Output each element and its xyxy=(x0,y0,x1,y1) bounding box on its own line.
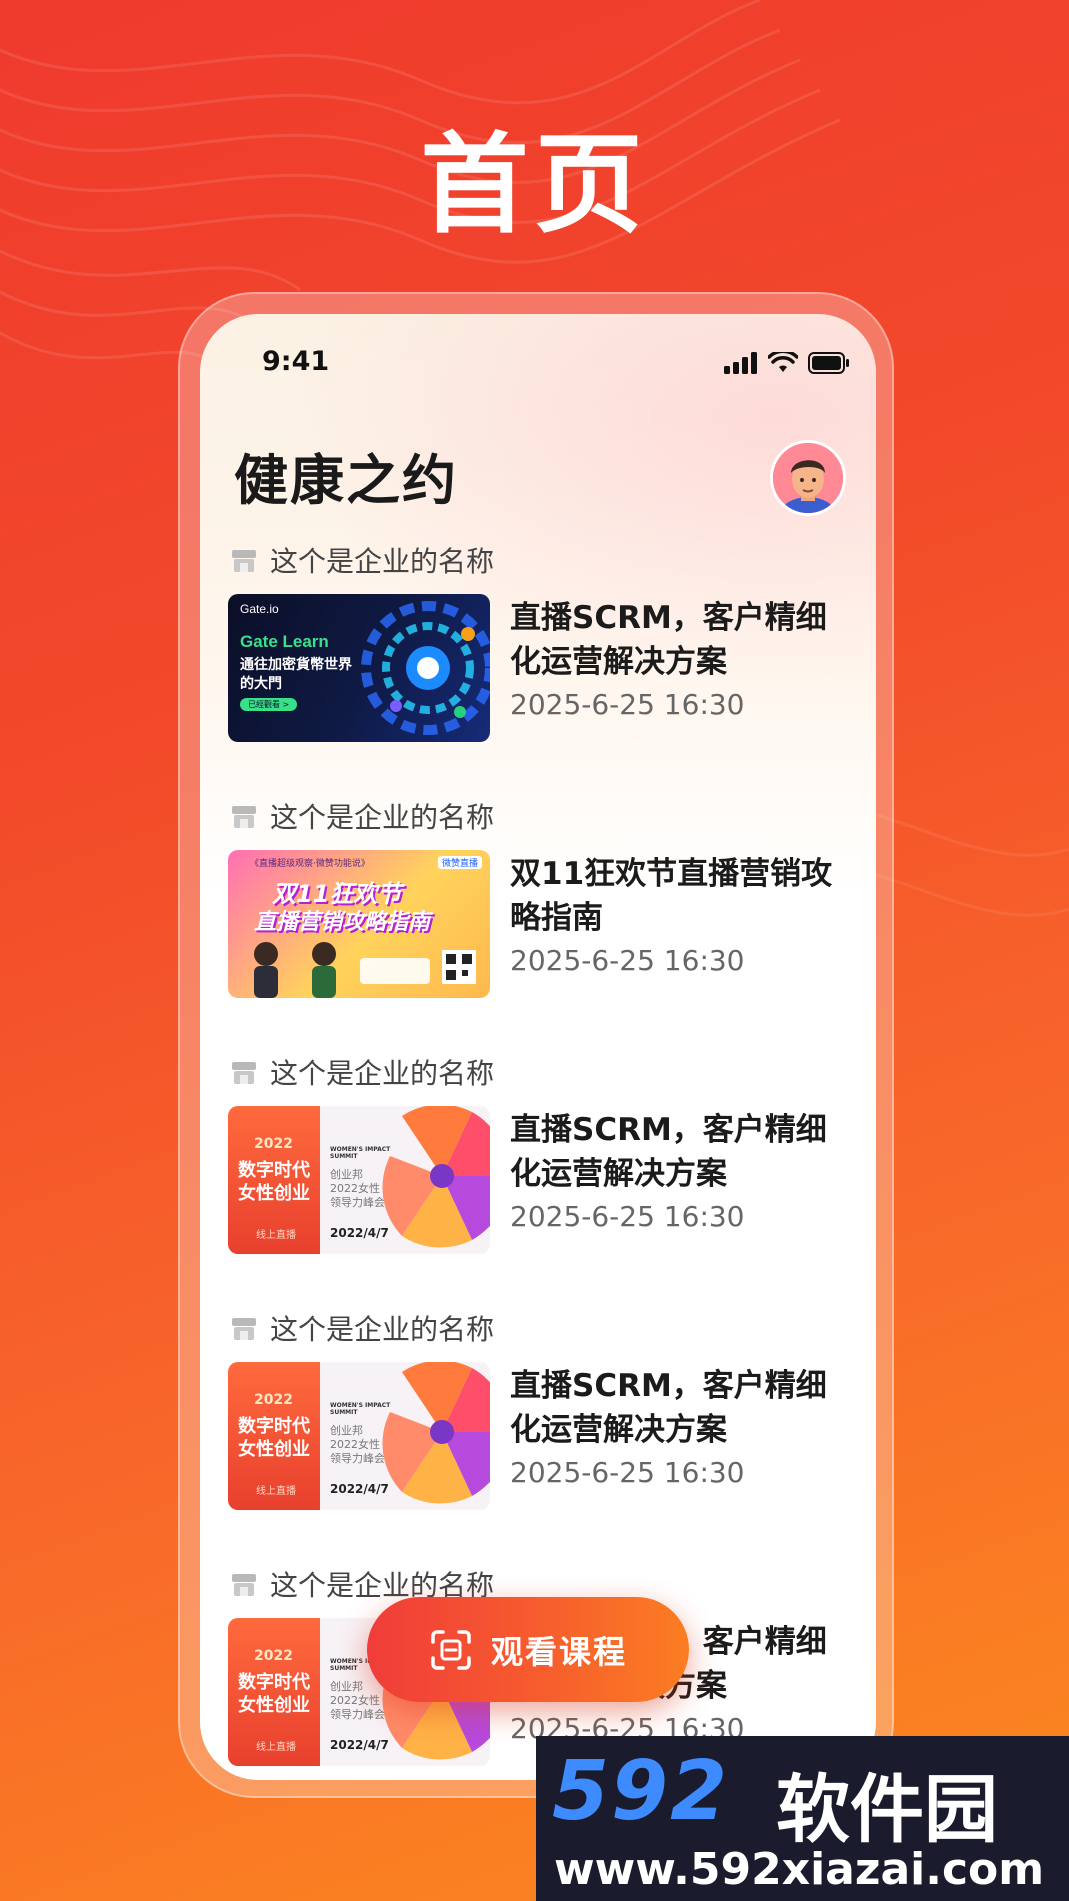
watch-course-button[interactable]: 观看课程 xyxy=(367,1597,689,1702)
wifi-icon xyxy=(768,352,798,372)
gate-headline: Gate Learn xyxy=(240,632,329,651)
course-date: 2025-6-25 16:30 xyxy=(510,688,745,721)
company-row: 这个是企业的名称 xyxy=(230,540,494,580)
course-title[interactable]: 直播SCRM，客户精细化运营解决方案 xyxy=(510,1108,850,1196)
avatar[interactable] xyxy=(770,440,846,516)
app-title: 健康之约 xyxy=(234,449,458,512)
spiral-art xyxy=(382,1106,490,1248)
spiral-art xyxy=(382,1362,490,1504)
d11-presenters-art xyxy=(254,942,476,998)
phone-screen: 9:41 健康之约 这个是企业的名称 Gate.io Gate Learn 通往… xyxy=(200,314,876,1780)
signal-icon xyxy=(724,352,757,374)
course-thumbnail[interactable]: 2022 数字时代 女性创业 线上直播 WOMEN'S IMPACT SUMMI… xyxy=(228,1362,490,1510)
company-name: 这个是企业的名称 xyxy=(270,1057,495,1090)
company-name: 这个是企业的名称 xyxy=(270,1313,495,1346)
list-item[interactable]: 这个是企业的名称 《直播超级观察·微赞功能说》 微赞直播 双11狂欢节 直播营销… xyxy=(200,792,876,1048)
shop-icon xyxy=(232,1318,256,1340)
status-icons xyxy=(724,352,850,374)
watch-course-label: 观看课程 xyxy=(490,1632,627,1671)
course-title[interactable]: 双11狂欢节直播营销攻略指南 xyxy=(510,852,850,940)
watermark-brand: 592 xyxy=(552,1744,730,1839)
gate-sub1: 通往加密貨幣世界 xyxy=(240,657,352,673)
phone-frame: 9:41 健康之约 这个是企业的名称 Gate.io Gate Learn 通往… xyxy=(178,292,894,1798)
status-time: 9:41 xyxy=(262,346,330,377)
course-date: 2025-6-25 16:30 xyxy=(510,1200,745,1233)
gate-brand: Gate.io xyxy=(240,602,279,616)
company-name: 这个是企业的名称 xyxy=(270,801,495,834)
company-row: 这个是企业的名称 xyxy=(230,1308,494,1348)
course-feed: 这个是企业的名称 Gate.io Gate Learn 通往加密貨幣世界 的大門… xyxy=(200,536,876,1780)
list-item[interactable]: 这个是企业的名称 2022 数字时代 女性创业 线上直播 WOMEN'S IMP… xyxy=(200,1048,876,1304)
gate-sub2: 的大門 xyxy=(240,676,282,692)
company-row: 这个是企业的名称 xyxy=(230,1052,494,1092)
shop-icon xyxy=(232,1062,256,1084)
scan-icon xyxy=(431,1629,471,1670)
course-title[interactable]: 直播SCRM，客户精细化运营解决方案 xyxy=(510,1364,850,1452)
company-row: 这个是企业的名称 xyxy=(230,796,494,836)
list-item[interactable]: 这个是企业的名称 2022 数字时代 女性创业 线上直播 WOMEN'S IMP… xyxy=(200,1304,876,1560)
status-bar: 9:41 xyxy=(200,314,876,394)
course-date: 2025-6-25 16:30 xyxy=(510,1456,745,1489)
page-heading: 首页 xyxy=(420,123,649,248)
watermark-url: www.592xiazai.com xyxy=(554,1844,1045,1895)
course-thumbnail[interactable]: 《直播超级观察·微赞功能说》 微赞直播 双11狂欢节 直播营销攻略指南 xyxy=(228,850,490,998)
watermark-brand-cn: 软件园 xyxy=(776,1767,998,1853)
course-thumbnail[interactable]: Gate.io Gate Learn 通往加密貨幣世界 的大門 已經觀看 > xyxy=(228,594,490,742)
list-item[interactable]: 这个是企业的名称 Gate.io Gate Learn 通往加密貨幣世界 的大門… xyxy=(200,536,876,792)
shop-icon xyxy=(232,1574,256,1596)
course-title[interactable]: 直播SCRM，客户精细化运营解决方案 xyxy=(510,596,850,684)
avatar-illustration xyxy=(773,443,843,513)
watermark-logo: 592 软件园 www.592xiazai.com xyxy=(536,1736,1069,1901)
shop-icon xyxy=(232,550,256,572)
company-name: 这个是企业的名称 xyxy=(270,545,495,578)
shop-icon xyxy=(232,806,256,828)
course-thumbnail[interactable]: 2022 数字时代 女性创业 线上直播 WOMEN'S IMPACT SUMMI… xyxy=(228,1106,490,1254)
battery-icon xyxy=(808,352,849,374)
gate-button: 已經觀看 > xyxy=(240,698,298,711)
course-date: 2025-6-25 16:30 xyxy=(510,944,745,977)
